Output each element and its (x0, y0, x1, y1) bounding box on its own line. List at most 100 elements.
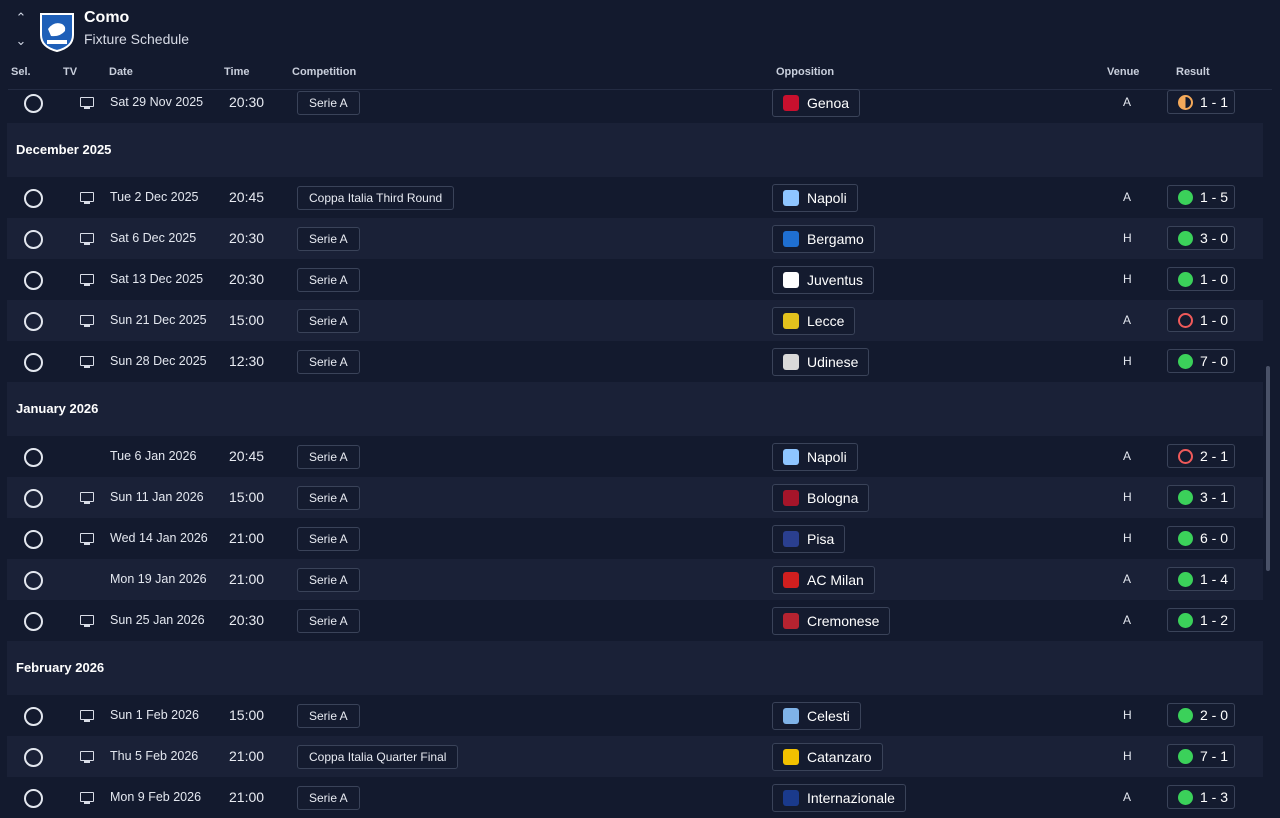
result-outcome-icon (1178, 354, 1193, 369)
competition-chip[interactable]: Serie A (297, 704, 360, 728)
fixture-row[interactable]: Sun 21 Dec 2025 15:00 Serie A Lecce A 1 - 0 (7, 300, 1263, 341)
select-radio[interactable] (24, 448, 43, 467)
select-radio[interactable] (24, 353, 43, 372)
select-radio[interactable] (24, 312, 43, 331)
competition-chip[interactable]: Serie A (297, 268, 360, 292)
fixture-row[interactable]: Tue 6 Jan 2026 20:45 Serie A Napoli A 2 - 1 (7, 436, 1263, 477)
competition-chip[interactable]: Coppa Italia Third Round (297, 186, 455, 210)
fixture-row[interactable]: Thu 5 Feb 2026 21:00 Coppa Italia Quarter … (7, 736, 1263, 777)
result-score: 1 - 1 (1200, 94, 1229, 110)
select-radio[interactable] (24, 612, 43, 631)
opponent-chip[interactable]: AC Milan (772, 566, 875, 594)
column-header-tv[interactable]: TV (63, 66, 77, 78)
competition-chip[interactable]: Coppa Italia Quarter Final (297, 745, 459, 769)
select-radio[interactable] (24, 189, 43, 208)
select-radio[interactable] (24, 271, 43, 290)
fixture-row[interactable]: Mon 9 Feb 2026 21:00 Serie A Internazionale… (7, 777, 1263, 818)
fixture-list: Sat 29 Nov 2025 20:30 Serie A Genoa A 1 - 1 De… (7, 82, 1263, 818)
result-chip[interactable]: 1 - 0 (1167, 267, 1235, 291)
result-chip[interactable]: 2 - 0 (1167, 703, 1235, 727)
fixture-row[interactable]: Sun 28 Dec 2025 12:30 Serie A Udinese H 7 - 0 (7, 341, 1263, 382)
result-chip[interactable]: 7 - 1 (1167, 744, 1235, 768)
chevron-down-icon[interactable]: ⌄ (13, 34, 29, 48)
result-chip[interactable]: 1 - 0 (1167, 308, 1235, 332)
competition-chip[interactable]: Serie A (297, 527, 360, 551)
club-badge-icon (783, 449, 799, 465)
opponent-name: Bergamo (807, 231, 864, 247)
tv-icon (80, 792, 94, 804)
competition-chip[interactable]: Serie A (297, 568, 360, 592)
result-chip[interactable]: 1 - 4 (1167, 567, 1235, 591)
select-radio[interactable] (24, 789, 43, 808)
result-chip[interactable]: 2 - 1 (1167, 444, 1235, 468)
result-chip[interactable]: 3 - 0 (1167, 226, 1235, 250)
opponent-chip[interactable]: Bologna (772, 484, 870, 512)
column-header-time[interactable]: Time (224, 66, 249, 78)
select-radio[interactable] (24, 707, 43, 726)
result-chip[interactable]: 1 - 3 (1167, 785, 1235, 809)
opponent-chip[interactable]: Lecce (772, 307, 856, 335)
result-chip[interactable]: 1 - 2 (1167, 608, 1235, 632)
fixture-row[interactable]: Sun 1 Feb 2026 15:00 Serie A Celesti H 2 - 0 (7, 695, 1263, 736)
competition-chip[interactable]: Serie A (297, 227, 360, 251)
fixture-time: 21:00 (229, 530, 265, 546)
fixture-row[interactable]: Sat 29 Nov 2025 20:30 Serie A Genoa A 1 - 1 (7, 82, 1263, 123)
column-header-sel[interactable]: Sel. (11, 66, 31, 78)
fixture-date: Sun 11 Jan 2026 (110, 490, 204, 504)
column-header-opposition[interactable]: Opposition (776, 66, 834, 78)
select-radio[interactable] (24, 530, 43, 549)
select-radio[interactable] (24, 748, 43, 767)
fixture-date: Thu 5 Feb 2026 (110, 749, 199, 763)
opponent-chip[interactable]: Bergamo (772, 225, 875, 253)
select-radio[interactable] (24, 571, 43, 590)
opponent-chip[interactable]: Cremonese (772, 607, 891, 635)
competition-chip[interactable]: Serie A (297, 609, 360, 633)
result-chip[interactable]: 6 - 0 (1167, 526, 1235, 550)
tv-icon (80, 492, 94, 504)
competition-chip[interactable]: Serie A (297, 350, 360, 374)
opponent-chip[interactable]: Napoli (772, 184, 858, 212)
fixture-row[interactable]: Tue 2 Dec 2025 20:45 Coppa Italia Third Ro… (7, 177, 1263, 218)
column-header-result[interactable]: Result (1176, 66, 1210, 78)
month-label: February 2026 (16, 660, 105, 675)
result-score: 2 - 0 (1200, 707, 1229, 723)
select-radio[interactable] (24, 489, 43, 508)
fixture-row[interactable]: Sat 6 Dec 2025 20:30 Serie A Bergamo H 3 - 0 (7, 218, 1263, 259)
competition-chip[interactable]: Serie A (297, 786, 360, 810)
opponent-chip[interactable]: Catanzaro (772, 743, 883, 771)
opponent-chip[interactable]: Pisa (772, 525, 846, 553)
club-badge-icon (783, 708, 799, 724)
como-crest-icon (40, 13, 74, 53)
venue: H (1123, 708, 1132, 722)
fixture-row[interactable]: Sat 13 Dec 2025 20:30 Serie A Juventus H 1 - … (7, 259, 1263, 300)
select-radio[interactable] (24, 94, 43, 113)
result-score: 1 - 2 (1200, 612, 1229, 628)
opponent-chip[interactable]: Celesti (772, 702, 861, 730)
column-header-venue[interactable]: Venue (1107, 66, 1139, 78)
scrollbar[interactable] (1266, 366, 1270, 571)
competition-chip[interactable]: Serie A (297, 309, 360, 333)
column-header-competition[interactable]: Competition (292, 66, 356, 78)
result-chip[interactable]: 1 - 1 (1167, 90, 1235, 114)
fixture-row[interactable]: Mon 19 Jan 2026 21:00 Serie A AC Milan A 1 - … (7, 559, 1263, 600)
select-radio[interactable] (24, 230, 43, 249)
fixture-date: Mon 9 Feb 2026 (110, 790, 202, 804)
competition-chip[interactable]: Serie A (297, 445, 360, 469)
fixture-row[interactable]: Sun 25 Jan 2026 20:30 Serie A Cremonese A 1 -… (7, 600, 1263, 641)
opponent-chip[interactable]: Juventus (772, 266, 875, 294)
competition-chip[interactable]: Serie A (297, 91, 360, 115)
opponent-chip[interactable]: Genoa (772, 89, 861, 117)
column-header-date[interactable]: Date (109, 66, 133, 78)
chevron-up-icon[interactable]: ⌃ (13, 11, 29, 25)
opponent-chip[interactable]: Udinese (772, 348, 870, 376)
opponent-name: Pisa (807, 531, 835, 547)
result-chip[interactable]: 1 - 5 (1167, 185, 1235, 209)
competition-chip[interactable]: Serie A (297, 486, 360, 510)
fixture-row[interactable]: Sun 11 Jan 2026 15:00 Serie A Bologna H 3 - 1 (7, 477, 1263, 518)
opponent-chip[interactable]: Napoli (772, 443, 858, 471)
fixture-row[interactable]: Wed 14 Jan 2026 21:00 Serie A Pisa H 6 - 0 (7, 518, 1263, 559)
result-chip[interactable]: 7 - 0 (1167, 349, 1235, 373)
opponent-chip[interactable]: Internazionale (772, 784, 906, 812)
opponent-name: Genoa (807, 95, 850, 111)
result-chip[interactable]: 3 - 1 (1167, 485, 1235, 509)
